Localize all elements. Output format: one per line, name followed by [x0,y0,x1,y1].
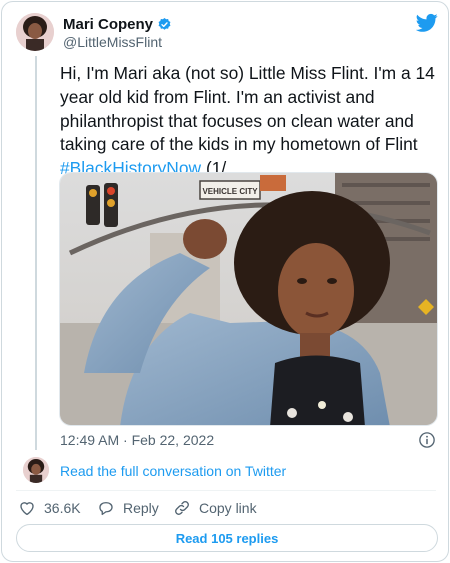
reply-label: Reply [123,500,159,516]
like-count: 36.6K [44,500,81,516]
link-icon [175,501,189,515]
tweet-photo[interactable]: VEHICLE CITY [59,172,438,426]
reply-button[interactable]: Reply [97,499,159,517]
name-row: Mari Copeny [63,16,172,33]
display-name[interactable]: Mari Copeny [63,16,153,33]
tweet-text: Hi, I'm Mari aka (not so) Little Miss Fl… [60,62,440,181]
tweet-card: Mari Copeny @LittleMissFlint Hi, I'm Mar… [1,1,449,562]
verified-badge-icon [158,17,171,30]
avatar[interactable] [16,13,54,51]
info-icon[interactable] [418,431,436,449]
like-button[interactable]: 36.6K [18,499,81,517]
read-replies-button[interactable]: Read 105 replies [16,524,438,552]
timestamp[interactable]: 12:49 AM · Feb 22, 2022 [60,432,214,448]
copy-link-label: Copy link [199,500,257,516]
small-avatar [23,457,49,483]
handle[interactable]: @LittleMissFlint [63,34,162,50]
arch-sign-text: VEHICLE CITY [202,187,258,196]
read-full-conversation-link[interactable]: Read the full conversation on Twitter [60,463,286,479]
tweet-body: Hi, I'm Mari aka (not so) Little Miss Fl… [60,63,435,155]
divider [16,490,436,491]
twitter-bird-icon[interactable] [416,13,438,33]
reply-icon [99,502,113,516]
thread-line [35,56,37,450]
copy-link-button[interactable]: Copy link [173,499,257,517]
heart-icon [20,502,34,516]
